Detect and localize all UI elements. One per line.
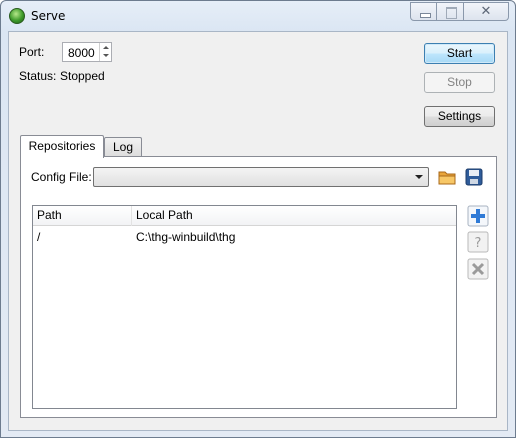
minimize-button[interactable] [410,2,437,21]
chevron-down-icon [415,175,423,179]
settings-button[interactable]: Settings [424,106,495,127]
app-icon [9,8,25,24]
title-bar[interactable]: Serve ✕ [1,1,515,31]
stop-button[interactable]: Stop [424,72,495,93]
help-button[interactable]: ? [467,231,489,253]
serve-window: Serve ✕ Port: 8000 Status: Stopped Start… [0,0,516,438]
spin-down-icon[interactable] [100,52,111,61]
cell-path: / [37,230,41,244]
cell-local-path: C:\thg-winbuild\thg [136,230,236,244]
port-spinbox[interactable]: 8000 [62,42,112,62]
repositories-panel: Config File: Path Local Path / C:\thg-wi… [20,156,497,418]
svg-text:?: ? [475,236,482,251]
table-header: Path Local Path [33,206,456,226]
folder-icon [438,171,456,185]
maximize-button[interactable] [437,2,464,21]
port-value[interactable]: 8000 [68,46,95,60]
open-config-button[interactable] [436,166,458,188]
caption-buttons: ✕ [410,2,509,21]
close-icon: ✕ [480,4,492,19]
close-button[interactable]: ✕ [464,2,509,21]
remove-repository-button[interactable] [467,258,489,280]
add-icon [467,205,489,227]
status-label: Status: [19,69,57,83]
spin-up-icon[interactable] [100,43,111,52]
save-icon [465,168,483,186]
config-file-label: Config File: [31,170,92,184]
tab-log[interactable]: Log [104,137,142,157]
column-path[interactable]: Path [33,206,132,226]
table-row[interactable]: / C:\thg-winbuild\thg [33,227,456,247]
window-title: Serve [31,9,66,23]
divider [32,198,486,199]
client-area: Port: 8000 Status: Stopped Start Stop Se… [8,31,508,431]
repositories-table[interactable]: Path Local Path / C:\thg-winbuild\thg [32,205,457,409]
add-repository-button[interactable] [467,205,489,227]
status-value: Stopped [60,69,105,83]
start-button[interactable]: Start [424,43,495,64]
remove-icon [467,258,489,280]
save-config-button[interactable] [463,166,485,188]
port-stepper[interactable] [99,43,111,61]
port-label: Port: [19,45,45,59]
tab-repositories[interactable]: Repositories [20,135,104,158]
help-icon: ? [467,231,489,253]
config-file-combo[interactable] [93,167,429,187]
column-local-path[interactable]: Local Path [132,206,456,226]
